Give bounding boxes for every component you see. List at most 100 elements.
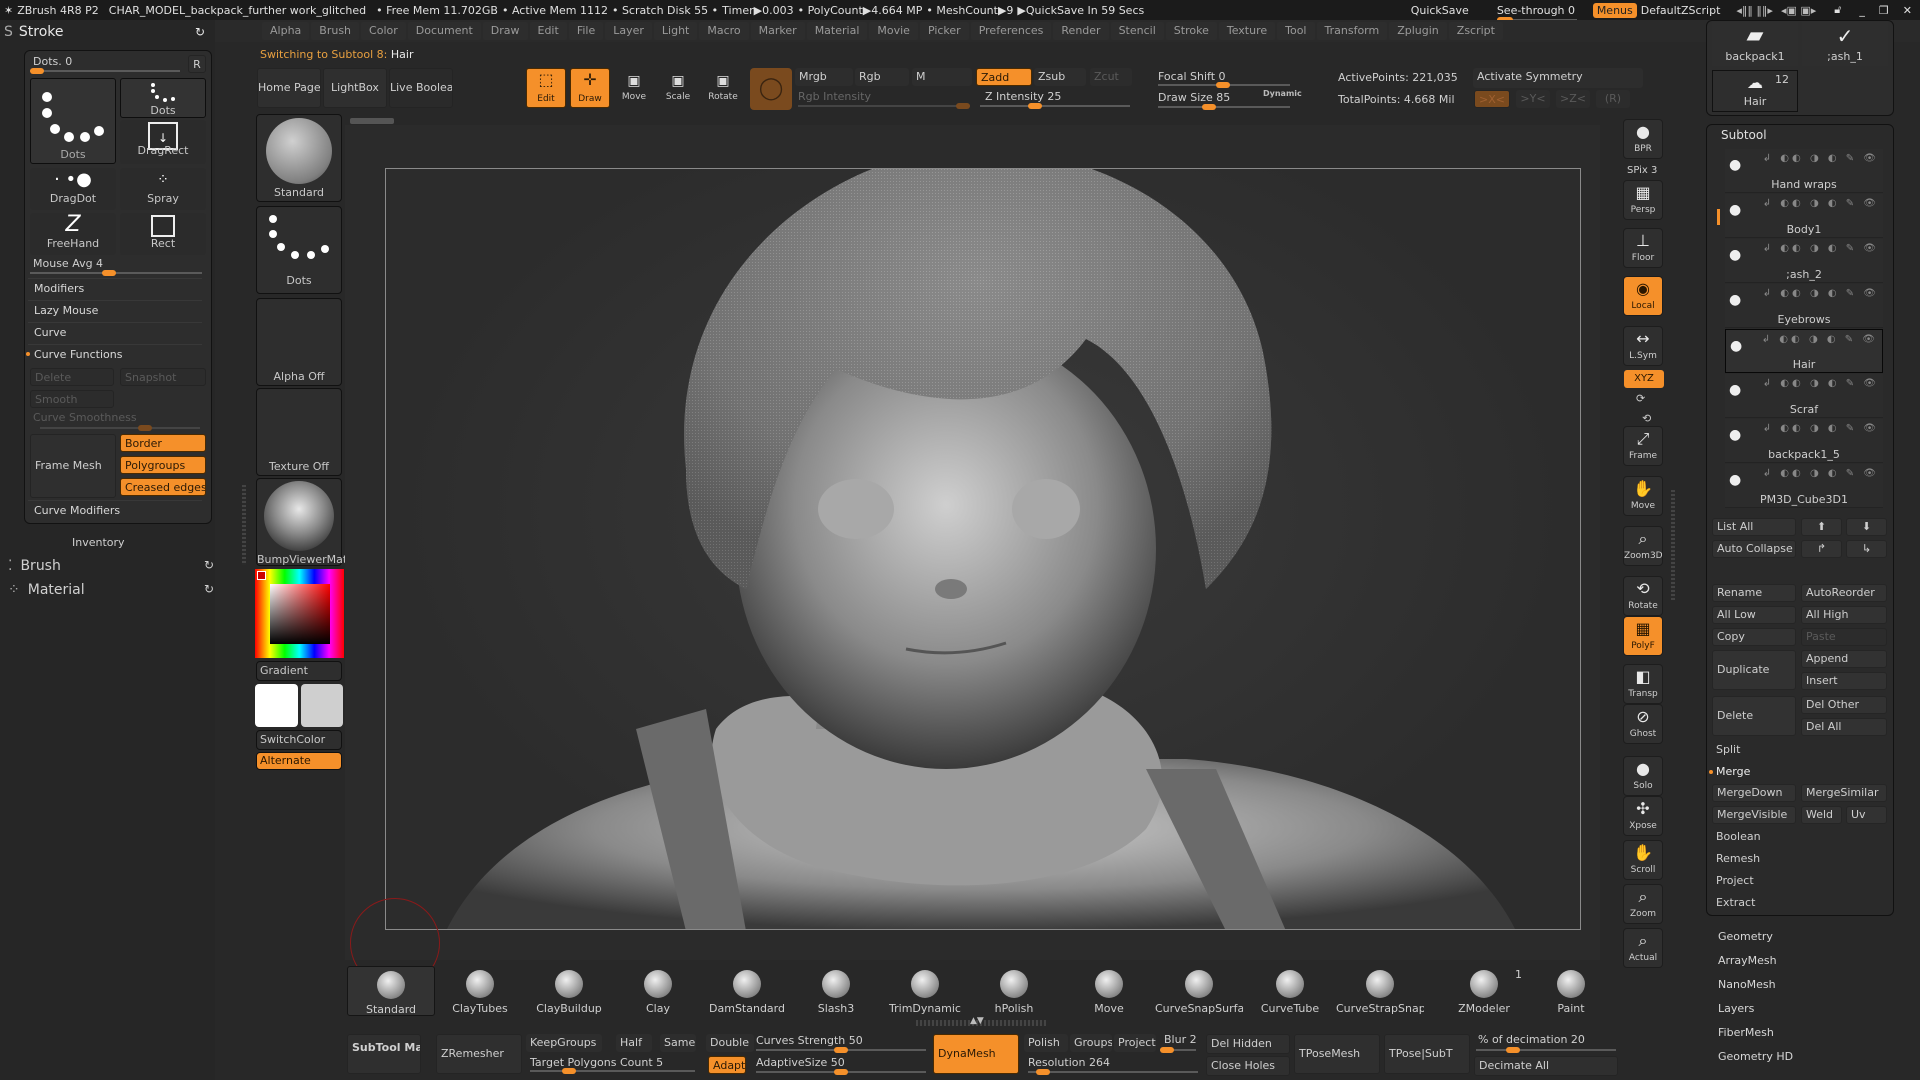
stroke-spray[interactable]: ⁘ Spray — [120, 168, 206, 210]
viewport-polyf-button[interactable]: ▦ PolyF — [1623, 616, 1663, 656]
zcut-button[interactable]: Zcut — [1090, 68, 1132, 86]
document-canvas[interactable] — [385, 168, 1581, 930]
curve-functions-section[interactable]: Curve Functions — [28, 344, 202, 364]
border-toggle[interactable]: Border — [120, 434, 206, 452]
arraymesh-section[interactable]: ArrayMesh — [1718, 954, 1777, 967]
menu-stroke[interactable]: Stroke — [1165, 22, 1217, 40]
menu-macro[interactable]: Macro — [699, 22, 749, 40]
adapt-toggle[interactable]: Adapt — [708, 1056, 746, 1074]
blur-slider[interactable] — [1160, 1047, 1196, 1053]
default-zscript-button[interactable]: DefaultZScript — [1641, 4, 1721, 17]
stroke-dragrect[interactable]: ↓ DragRect — [120, 120, 206, 164]
right-toolbar-scrollbar[interactable] — [1671, 490, 1675, 600]
dots-slider[interactable] — [30, 68, 180, 74]
left-shelf-scrollbar[interactable] — [242, 485, 246, 565]
subtool-item[interactable]: ● ↲ ◐◐ ◑ ◐ ✎ 👁︎ Eyebrows — [1725, 284, 1883, 328]
curve-smooth-button[interactable]: Smooth — [30, 390, 114, 408]
subtool-item[interactable]: ● ↲ ◐◐ ◑ ◐ ✎ 👁︎ ;ash_2 — [1725, 239, 1883, 283]
subtool-item[interactable]: ● ↲ ◐◐ ◑ ◐ ✎ 👁︎ backpack1_5 — [1725, 419, 1883, 463]
list-all-button[interactable]: List All — [1712, 518, 1796, 536]
rotate-z-icon[interactable]: ⟲ — [1642, 412, 1651, 425]
rgb-intensity-slider[interactable] — [798, 103, 970, 109]
rotate-button[interactable]: ▣ Rotate — [703, 70, 743, 102]
mouse-avg-slider[interactable] — [30, 270, 202, 276]
menu-stencil[interactable]: Stencil — [1110, 22, 1164, 40]
refresh-icon[interactable]: ↻ — [204, 558, 214, 574]
stroke-palette-header[interactable]: S Stroke ↻ — [0, 20, 215, 44]
curve-delete-button[interactable]: Delete — [30, 368, 114, 386]
viewport-move-button[interactable]: ✋ Move — [1623, 476, 1663, 516]
edit-button[interactable]: ⬚ Edit — [526, 68, 566, 108]
brush-shelf-item[interactable]: Clay — [614, 966, 702, 1016]
lazy-mouse-section[interactable]: Lazy Mouse — [28, 300, 202, 320]
focal-shift-slider[interactable] — [1158, 82, 1290, 88]
menu-movie[interactable]: Movie — [869, 22, 918, 40]
same-button[interactable]: Same — [660, 1034, 696, 1052]
curve-modifiers-section[interactable]: Curve Modifiers — [28, 500, 202, 520]
color-saturation-square[interactable] — [270, 584, 330, 644]
menu-alpha[interactable]: Alpha — [262, 22, 310, 40]
del-all-button[interactable]: Del All — [1801, 718, 1887, 736]
subtool-visibility-icons[interactable]: ↲ ◐◐ ◑ ◐ ✎ 👁︎ — [1763, 378, 1879, 389]
viewport-persp-button[interactable]: ▦ Persp — [1623, 180, 1663, 220]
resolution-slider[interactable] — [1028, 1069, 1198, 1075]
project-toggle[interactable]: Project — [1114, 1034, 1156, 1052]
viewport-scrollbar[interactable] — [350, 118, 394, 124]
brush-shelf-item[interactable]: ClayBuildup — [525, 966, 613, 1016]
curve-snapshot-button[interactable]: Snapshot — [120, 368, 206, 386]
brush-shelf-item[interactable]: CurveTube — [1246, 966, 1334, 1016]
curves-strength-slider[interactable] — [756, 1047, 926, 1053]
menu-render[interactable]: Render — [1053, 22, 1109, 40]
merge-similar-button[interactable]: MergeSimilar — [1801, 784, 1887, 802]
subtool-item[interactable]: ● ↲ ◐◐ ◑ ◐ ✎ 👁︎ Body1 — [1725, 194, 1883, 238]
zadd-button[interactable]: Zadd — [976, 68, 1032, 86]
project-section[interactable]: Project — [1716, 874, 1754, 887]
menu-transform[interactable]: Transform — [1316, 22, 1388, 40]
switch-color-button[interactable]: SwitchColor — [256, 730, 342, 750]
viewport-frame-button[interactable]: ⤢ Frame — [1623, 426, 1663, 466]
subtool-visibility-icons[interactable]: ↲ ◐◐ ◑ ◐ ✎ 👁︎ — [1762, 334, 1878, 345]
brush-shelf-item[interactable]: hPolish — [970, 966, 1058, 1016]
viewport-xpose-button[interactable]: ✣ Xpose — [1623, 796, 1663, 836]
viewport-lsym-button[interactable]: ↔ L.Sym — [1623, 326, 1663, 366]
stroke-dragdot[interactable]: · •● DragDot — [30, 168, 116, 210]
subtool-item[interactable]: ● ↲ ◐◐ ◑ ◐ ✎ 👁︎ PM3D_Cube3D1 — [1725, 464, 1883, 508]
stroke-rect[interactable]: Rect — [120, 213, 206, 255]
brush-shelf-item[interactable]: ClayTubes — [436, 966, 524, 1016]
fibermesh-section[interactable]: FiberMesh — [1718, 1026, 1774, 1039]
zremesher-button[interactable]: ZRemesher — [436, 1034, 522, 1074]
refresh-icon[interactable]: ↻ — [204, 582, 214, 598]
alternate-button[interactable]: Alternate — [256, 752, 342, 770]
weld-toggle[interactable]: Weld — [1801, 806, 1842, 824]
tool-thumb-backpack1[interactable]: ▰ backpack1 — [1712, 22, 1798, 66]
stroke-freehand[interactable]: Z FreeHand — [30, 213, 116, 255]
spix-label[interactable]: SPix 3 — [1627, 165, 1657, 176]
secondary-color-swatch[interactable] — [301, 684, 343, 727]
brush-shelf-item[interactable]: ZModeler 1 — [1440, 966, 1528, 1016]
subtool-visibility-icons[interactable]: ↲ ◐◐ ◑ ◐ ✎ 👁︎ — [1763, 288, 1879, 299]
material-swatch-button[interactable]: ◯ — [750, 68, 792, 110]
current-brush-button[interactable]: Standard — [256, 114, 342, 202]
brush-shelf-item[interactable]: DamStandard — [703, 966, 791, 1016]
menu-document[interactable]: Document — [407, 22, 481, 40]
quicksave-button[interactable]: QuickSave — [1411, 4, 1469, 17]
sym-y-button[interactable]: >Y< — [1516, 90, 1550, 108]
folder-down-button[interactable]: ↳ — [1846, 540, 1887, 558]
brush-shelf-item[interactable]: Move — [1065, 966, 1153, 1016]
viewport-zoom3d-button[interactable]: ⌕ Zoom3D — [1623, 526, 1663, 566]
merge-visible-button[interactable]: MergeVisible — [1712, 806, 1796, 824]
viewport-scroll-button[interactable]: ✋ Scroll — [1623, 840, 1663, 880]
decimation-slider[interactable] — [1476, 1047, 1616, 1053]
rgb-button[interactable]: Rgb — [855, 68, 909, 86]
live-boolean-button[interactable]: Live Boolean — [389, 68, 453, 108]
move-up-button[interactable]: ⬆ — [1801, 518, 1842, 536]
rotate-y-icon[interactable]: ⟳ — [1636, 392, 1645, 405]
merge-section[interactable]: Merge — [1716, 765, 1750, 778]
menu-brush[interactable]: Brush — [311, 22, 360, 40]
current-alpha-button[interactable]: Alpha Off — [256, 298, 342, 386]
menu-tool[interactable]: Tool — [1277, 22, 1315, 40]
inventory-label[interactable]: Inventory — [72, 536, 125, 549]
subtool-visibility-icons[interactable]: ↲ ◐◐ ◑ ◐ ✎ 👁︎ — [1763, 198, 1879, 209]
close-holes-button[interactable]: Close Holes — [1206, 1056, 1290, 1076]
minimize-icon[interactable]: _ — [1859, 4, 1865, 17]
